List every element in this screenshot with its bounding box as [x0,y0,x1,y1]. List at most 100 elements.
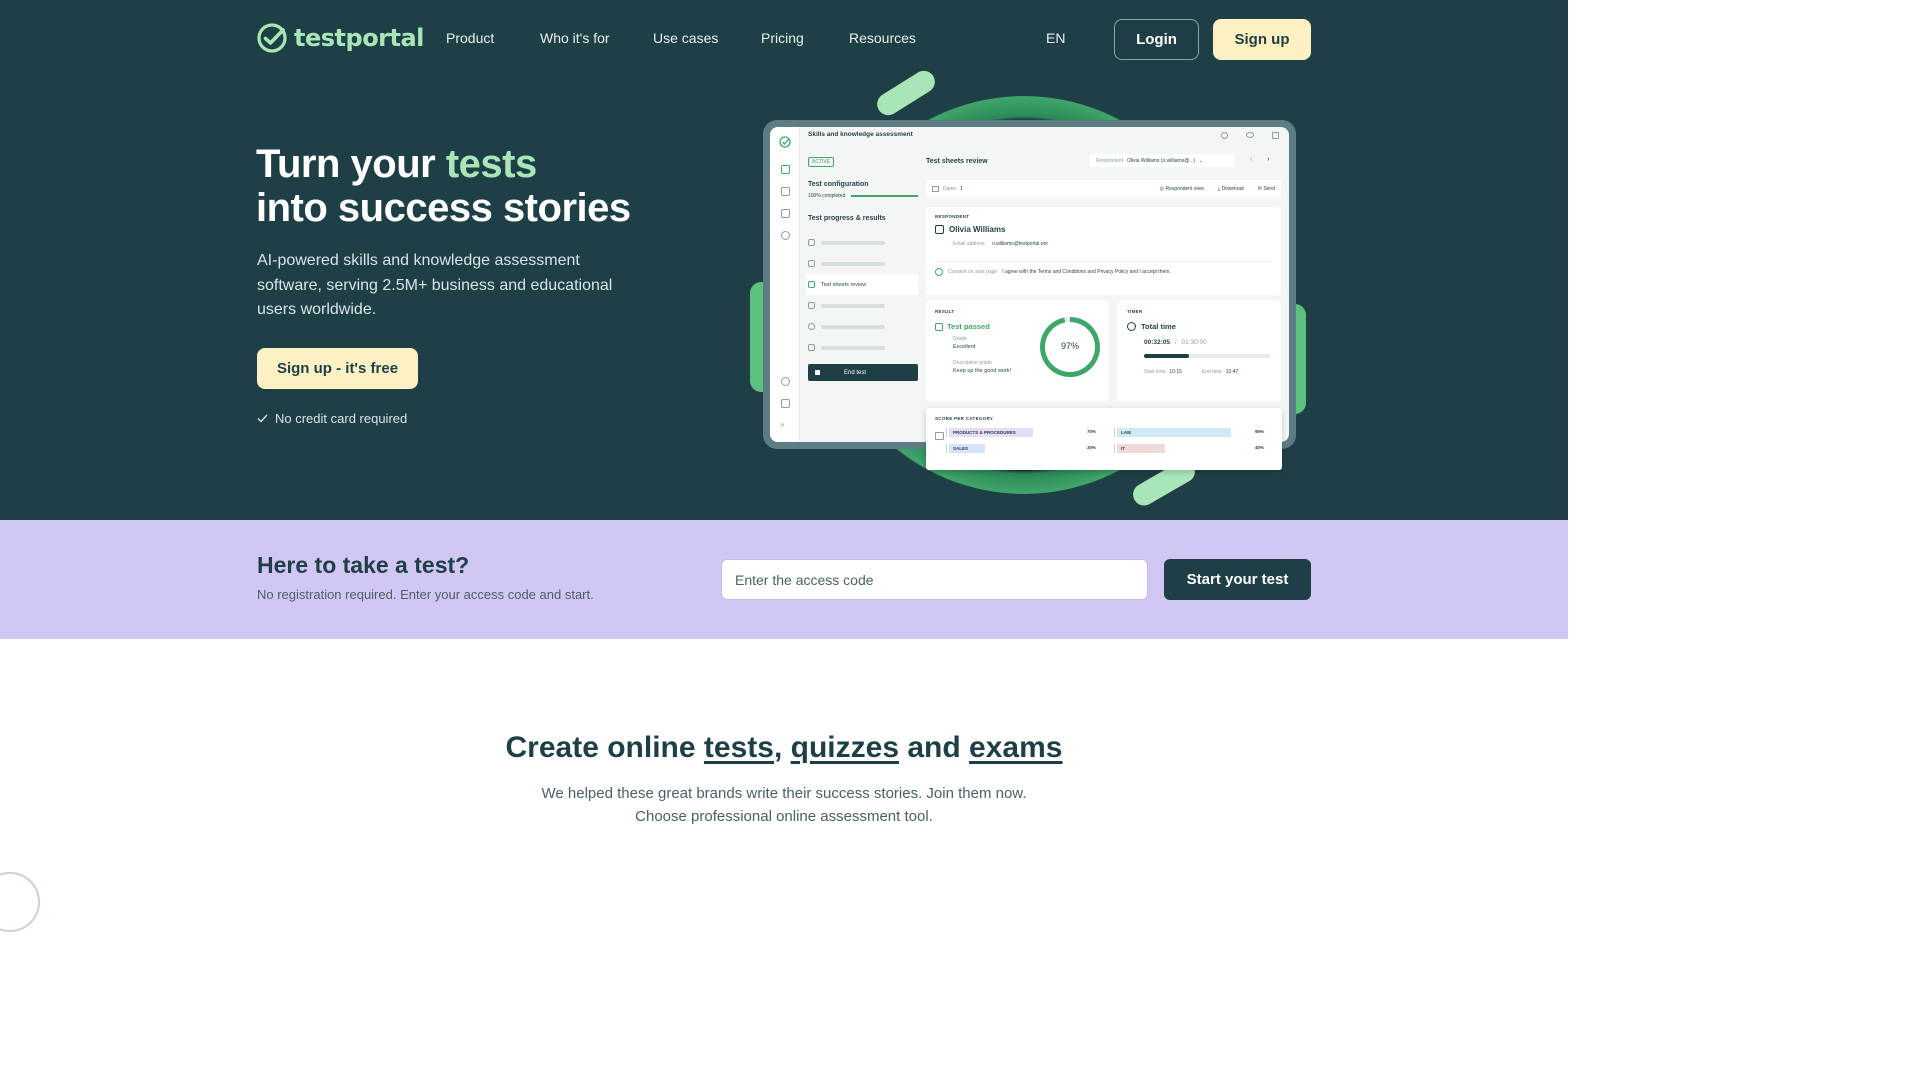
placeholder-bar [821,345,885,350]
progress-item-active[interactable]: Test sheets review [806,274,918,295]
category-bar: LAW [1117,428,1231,437]
signup-free-button[interactable]: Sign up - it's free [257,348,418,389]
create-title-prefix: Create online [505,731,696,764]
category-row: LAW 95% [1114,428,1264,437]
consent-label: Consent on start page [948,269,998,275]
start-time-label: Start time [1144,369,1166,375]
dates-label: Dates [943,185,957,192]
score-donut: 97% [1040,317,1100,377]
timer-separator: / [1174,339,1177,346]
signup-button[interactable]: Sign up [1213,19,1311,60]
respondent-select[interactable]: Respondent Olivia Williams (o.williams@.… [1090,154,1235,167]
timer-fill [1144,354,1190,358]
end-test-button[interactable]: End test [808,364,918,381]
timer-limit: 01:30:00 [1181,339,1207,346]
dashboard-icon[interactable] [781,165,790,174]
app-sidebar: » [770,127,800,442]
timer-values: 00:32:05 / 01:30:00 [1144,339,1271,346]
next-icon[interactable]: › [1267,156,1269,163]
progress-item[interactable] [808,232,918,253]
language-switcher[interactable]: EN [1046,30,1065,46]
category-score-card: SCORE PER CATEGORY PRODUCTS & PROCEDURES… [926,408,1282,470]
users-icon[interactable] [781,187,790,196]
hero-title: Turn your tests into success stories [256,142,631,230]
category-row: SALES 30% [946,444,1096,453]
respondent-select-value: Olivia Williams (o.williams@...) [1126,157,1196,164]
result-status: Test passed [947,322,990,331]
category-row: IT 40% [1114,444,1264,453]
category-row: PRODUCTS & PROCEDURES 70% [946,428,1096,437]
respondent-select-label: Respondent [1096,157,1123,164]
active-item-label: Test sheets review [821,281,867,288]
progress-item[interactable] [808,295,918,316]
chevron-down-icon: ⌄ [1199,157,1204,164]
logout-icon[interactable] [781,399,790,408]
score-percent: 97% [1060,341,1079,351]
respondent-view-button[interactable]: ◎ Respondent view [1160,186,1204,192]
progress-list: Test sheets review [806,232,918,358]
settings-icon[interactable] [781,231,790,240]
result-card: RESULT Test passed Grade Excellent Descr… [926,301,1109,401]
category-bar: PRODUCTS & PROCEDURES [949,428,1033,437]
access-code-input[interactable] [721,559,1148,600]
download-button[interactable]: ⤓ Download [1218,186,1244,192]
decorative-corner-arc [0,872,40,932]
timer-times: Start time 10:15 End time 10:47 [1144,369,1271,375]
take-test-subtitle: No registration required. Enter your acc… [257,587,594,602]
timer-heading: TIMER [1127,309,1143,314]
nav-link-use-cases[interactable]: Use cases [653,30,718,46]
expand-icon[interactable]: » [780,420,784,429]
end-time-label: End time [1201,369,1222,375]
send-button[interactable]: ✉ Send [1258,186,1275,192]
exams-link[interactable]: exams [969,731,1062,764]
timer-card: TIMER Total time 00:32:05 / 01:30:00 Sta… [1117,301,1281,401]
login-button[interactable]: Login [1114,19,1199,60]
timer-title-row: Total time [1127,322,1271,331]
respondent-heading: RESPONDENT [935,214,970,219]
app-screen: » Skills and knowledge assessment ACTIVE… [770,127,1289,442]
no-credit-card-note: No credit card required [257,411,407,426]
calendar-icon [932,185,939,192]
nav-link-who-its-for[interactable]: Who it's for [540,30,610,46]
start-test-button[interactable]: Start your test [1164,559,1311,600]
result-heading: RESULT [935,309,955,314]
placeholder-bar [821,261,885,266]
quizzes-link[interactable]: quizzes [791,731,899,764]
nav-link-pricing[interactable]: Pricing [761,30,804,46]
progress-item[interactable] [808,316,918,337]
check-box-icon [808,302,815,309]
end-time-value: 10:47 [1225,369,1239,375]
hero-title-accent: tests [445,142,537,186]
chart-icon [808,323,815,330]
hero-subtitle: AI-powered skills and knowledge assessme… [257,252,613,318]
progress-item[interactable] [808,337,918,358]
check-icon [257,414,268,423]
tests-link[interactable]: tests [704,731,774,764]
category-value: 70% [1086,429,1096,434]
prev-icon[interactable]: ‹ [1250,156,1252,163]
person-icon [935,225,944,234]
logo[interactable]: testportal [256,22,424,54]
list-icon [808,344,815,351]
people-icon [808,239,815,246]
category-bar: IT [1117,444,1165,453]
hero-title-line2: into success stories [256,186,631,230]
placeholder-bar [821,303,885,308]
help-icon[interactable] [781,377,790,386]
info-icon[interactable] [1221,132,1228,139]
email-row: Email address o.williams@testportal.net [953,241,1272,247]
progress-item[interactable] [808,253,918,274]
categories-heading: SCORE PER CATEGORY [935,416,994,421]
config-label[interactable]: Test configuration [808,181,918,188]
nav-link-product[interactable]: Product [446,30,494,46]
category-value: 30% [1086,445,1096,450]
email-value: o.williams@testportal.net [992,241,1048,247]
progress-label[interactable]: Test progress & results [808,215,918,222]
preview-icon[interactable] [1246,132,1254,138]
consent-text: I agree with the Terms and Conditions an… [1002,269,1171,275]
print-icon[interactable] [1272,132,1279,139]
nav-link-resources[interactable]: Resources [849,30,916,46]
toolbar-row: Dates 1 ◎ Respondent view ⤓ Download ✉ S… [926,180,1281,197]
reports-icon[interactable] [781,209,790,218]
create-section-title: Create online tests, quizzes and exams [0,731,1568,765]
